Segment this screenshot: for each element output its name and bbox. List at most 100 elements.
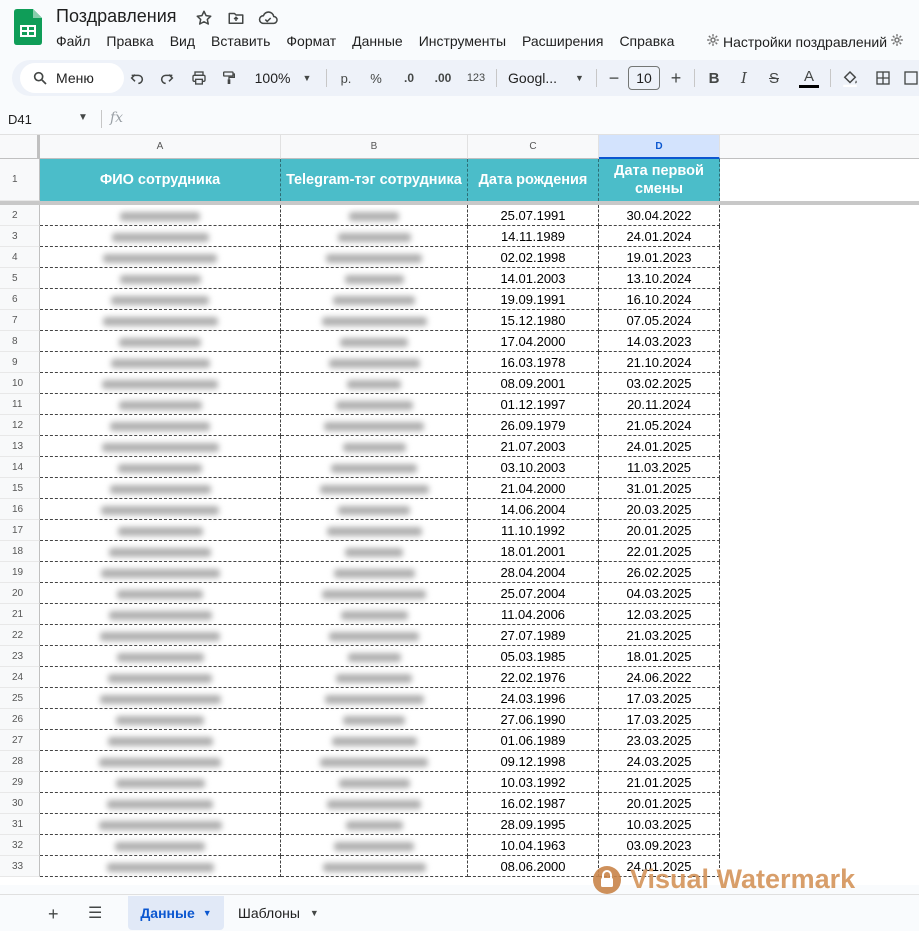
cell-first-shift[interactable]: 20.01.2025 — [599, 520, 720, 541]
bold-button[interactable]: B — [704, 66, 724, 90]
cell-name-redacted[interactable] — [40, 793, 281, 814]
cell-first-shift[interactable]: 07.05.2024 — [599, 310, 720, 331]
cell-birthdate[interactable]: 03.10.2003 — [468, 457, 599, 478]
cell-telegram-redacted[interactable] — [281, 310, 468, 331]
cell-birthdate[interactable]: 11.04.2006 — [468, 604, 599, 625]
cell-name-redacted[interactable] — [40, 226, 281, 247]
cell-name-redacted[interactable] — [40, 352, 281, 373]
cell-first-shift[interactable]: 26.02.2025 — [599, 562, 720, 583]
italic-button[interactable]: I — [734, 66, 754, 90]
cell-first-shift[interactable]: 13.10.2024 — [599, 268, 720, 289]
cell-birthdate[interactable]: 02.02.1998 — [468, 247, 599, 268]
cell-telegram-redacted[interactable] — [281, 499, 468, 520]
cell-first-shift[interactable]: 04.03.2025 — [599, 583, 720, 604]
row-header[interactable]: 15 — [0, 478, 40, 499]
cell-name-redacted[interactable] — [40, 478, 281, 499]
cell-first-shift[interactable]: 19.01.2023 — [599, 247, 720, 268]
cell-telegram-redacted[interactable] — [281, 688, 468, 709]
menu-edit[interactable]: Правка — [106, 33, 153, 49]
row-header[interactable]: 32 — [0, 835, 40, 856]
cell-birthdate[interactable]: 27.06.1990 — [468, 709, 599, 730]
cell-telegram-redacted[interactable] — [281, 415, 468, 436]
row-header[interactable]: 21 — [0, 604, 40, 625]
cell-telegram-redacted[interactable] — [281, 205, 468, 226]
row-header[interactable]: 33 — [0, 856, 40, 877]
select-all-corner[interactable] — [0, 135, 40, 159]
increase-decimal-button[interactable]: .00 — [428, 66, 458, 90]
header-cell-birthdate[interactable]: Дата рождения — [468, 159, 599, 201]
cell-name-redacted[interactable] — [40, 772, 281, 793]
cell-telegram-redacted[interactable] — [281, 520, 468, 541]
row-header[interactable]: 20 — [0, 583, 40, 604]
menu-help[interactable]: Справка — [619, 33, 674, 49]
cell-name-redacted[interactable] — [40, 625, 281, 646]
cell-first-shift[interactable]: 12.03.2025 — [599, 604, 720, 625]
cell-name-redacted[interactable] — [40, 730, 281, 751]
cell-first-shift[interactable]: 18.01.2025 — [599, 646, 720, 667]
row-header[interactable]: 3 — [0, 226, 40, 247]
print-icon[interactable] — [188, 66, 210, 90]
cell-telegram-redacted[interactable] — [281, 247, 468, 268]
row-header[interactable]: 26 — [0, 709, 40, 730]
cell-first-shift[interactable]: 23.03.2025 — [599, 730, 720, 751]
row-header[interactable]: 12 — [0, 415, 40, 436]
cell-name-redacted[interactable] — [40, 562, 281, 583]
cell-telegram-redacted[interactable] — [281, 604, 468, 625]
column-header-a[interactable]: A — [40, 135, 281, 159]
cell-birthdate[interactable]: 01.06.1989 — [468, 730, 599, 751]
cell-first-shift[interactable]: 24.01.2025 — [599, 436, 720, 457]
cell-telegram-redacted[interactable] — [281, 478, 468, 499]
cell-birthdate[interactable]: 14.06.2004 — [468, 499, 599, 520]
row-header[interactable]: 14 — [0, 457, 40, 478]
cell-name-redacted[interactable] — [40, 436, 281, 457]
cell-telegram-redacted[interactable] — [281, 331, 468, 352]
cell-name-redacted[interactable] — [40, 751, 281, 772]
cell-telegram-redacted[interactable] — [281, 793, 468, 814]
fill-color-icon[interactable] — [838, 66, 862, 90]
row-header[interactable]: 16 — [0, 499, 40, 520]
cell-name-redacted[interactable] — [40, 415, 281, 436]
cell-name-redacted[interactable] — [40, 394, 281, 415]
row-header[interactable]: 18 — [0, 541, 40, 562]
cell-telegram-redacted[interactable] — [281, 289, 468, 310]
row-header[interactable]: 9 — [0, 352, 40, 373]
row-header[interactable]: 5 — [0, 268, 40, 289]
cell-telegram-redacted[interactable] — [281, 835, 468, 856]
cell-first-shift[interactable]: 20.11.2024 — [599, 394, 720, 415]
cell-first-shift[interactable]: 03.02.2025 — [599, 373, 720, 394]
cell-birthdate[interactable]: 17.04.2000 — [468, 331, 599, 352]
cell-telegram-redacted[interactable] — [281, 667, 468, 688]
cell-birthdate[interactable]: 05.03.1985 — [468, 646, 599, 667]
percent-format-button[interactable]: % — [366, 66, 386, 90]
cell-birthdate[interactable]: 19.09.1991 — [468, 289, 599, 310]
cell-birthdate[interactable]: 14.11.1989 — [468, 226, 599, 247]
cell-birthdate[interactable]: 10.04.1963 — [468, 835, 599, 856]
cell-birthdate[interactable]: 01.12.1997 — [468, 394, 599, 415]
cell-birthdate[interactable]: 11.10.1992 — [468, 520, 599, 541]
redo-icon[interactable] — [156, 66, 178, 90]
cell-telegram-redacted[interactable] — [281, 646, 468, 667]
cell-birthdate[interactable]: 09.12.1998 — [468, 751, 599, 772]
cell-telegram-redacted[interactable] — [281, 772, 468, 793]
cell-telegram-redacted[interactable] — [281, 268, 468, 289]
sheet-tab-templates[interactable]: Шаблоны ▼ — [238, 896, 319, 930]
cell-name-redacted[interactable] — [40, 814, 281, 835]
cell-birthdate[interactable]: 25.07.2004 — [468, 583, 599, 604]
row-header[interactable]: 24 — [0, 667, 40, 688]
cell-first-shift[interactable]: 17.03.2025 — [599, 688, 720, 709]
decrease-font-size-button[interactable]: − — [604, 66, 624, 90]
row-header[interactable]: 28 — [0, 751, 40, 772]
cell-name-redacted[interactable] — [40, 688, 281, 709]
add-sheet-button[interactable]: + — [48, 904, 59, 925]
cell-first-shift[interactable]: 16.10.2024 — [599, 289, 720, 310]
name-box[interactable]: D41 — [8, 112, 32, 127]
row-header[interactable]: 7 — [0, 310, 40, 331]
cell-name-redacted[interactable] — [40, 604, 281, 625]
cell-name-redacted[interactable] — [40, 583, 281, 604]
menu-view[interactable]: Вид — [170, 33, 195, 49]
zoom-select[interactable]: 100% ▼ — [250, 66, 316, 90]
star-icon[interactable] — [194, 8, 214, 28]
cell-birthdate[interactable]: 26.09.1979 — [468, 415, 599, 436]
header-cell-name[interactable]: ФИО сотрудника — [40, 159, 281, 201]
cell-birthdate[interactable]: 08.06.2000 — [468, 856, 599, 877]
